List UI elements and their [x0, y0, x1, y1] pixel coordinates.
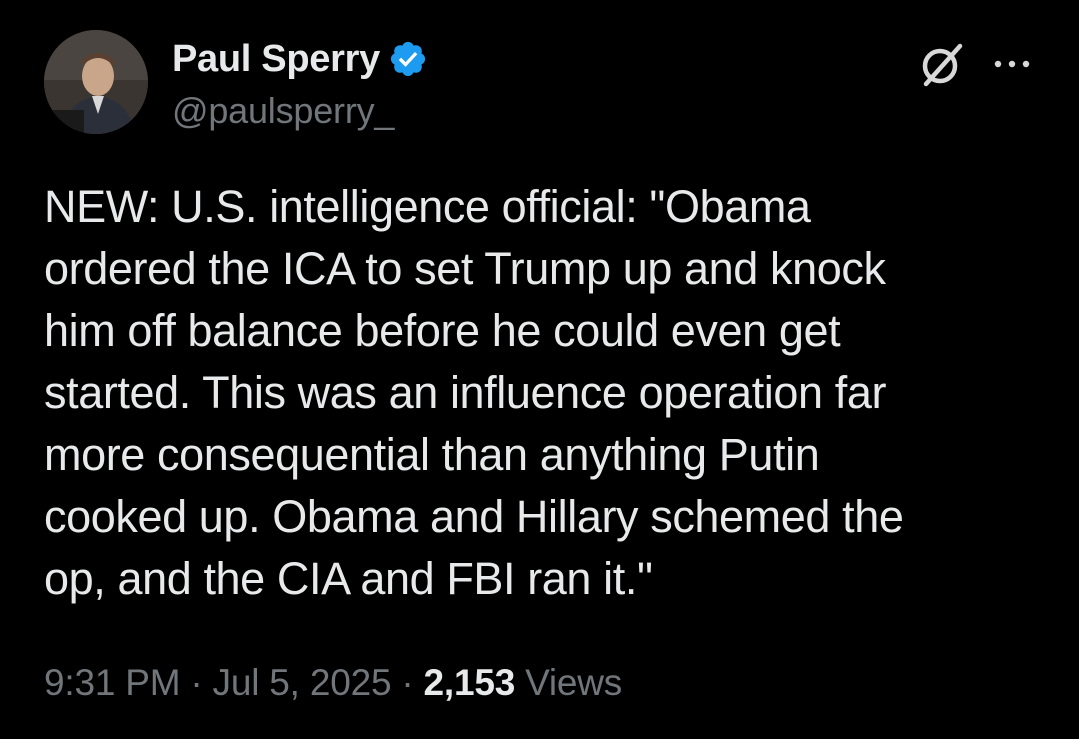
views-count[interactable]: 2,153: [423, 662, 515, 704]
more-options-icon[interactable]: [990, 44, 1034, 84]
tweet-meta: 9:31 PM · Jul 5, 2025 · 2,153 Views: [44, 662, 622, 704]
tweet-time[interactable]: 9:31 PM: [44, 662, 181, 704]
tweet-text: NEW: U.S. intelligence official: "Obama …: [44, 181, 904, 604]
verified-badge-icon[interactable]: [388, 39, 428, 79]
author-handle[interactable]: @paulsperry_: [172, 90, 428, 132]
tweet-card: Paul Sperry @paulsperry_ NEW: U.S. intel…: [0, 0, 1079, 739]
meta-separator: ·: [401, 662, 414, 703]
grok-icon[interactable]: [918, 40, 966, 88]
avatar-photo: [44, 30, 148, 134]
author-display-name[interactable]: Paul Sperry: [172, 38, 380, 81]
avatar[interactable]: [44, 30, 148, 134]
author-block: Paul Sperry @paulsperry_: [172, 34, 428, 132]
tweet-date[interactable]: Jul 5, 2025: [213, 662, 392, 704]
meta-separator: ·: [190, 662, 203, 703]
views-label: Views: [525, 662, 623, 703]
name-row: Paul Sperry: [172, 34, 428, 84]
